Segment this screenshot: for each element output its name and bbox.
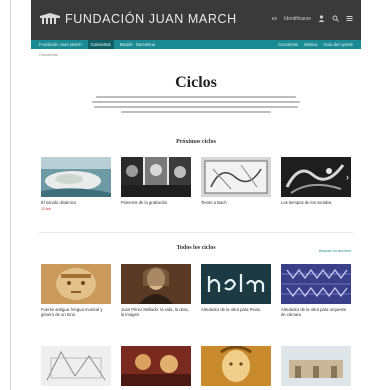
page-title: Ciclos <box>175 74 217 91</box>
card-image <box>121 157 191 197</box>
website-frame: FUNDACIÓN JUAN MARCH es Identificarse Fu… <box>31 0 361 390</box>
card-image <box>41 346 111 386</box>
card-title: Tiento a Bach <box>201 200 227 205</box>
card-upcoming-1[interactable]: El sonido dinámico 12 feb <box>41 157 111 211</box>
card-image <box>201 157 271 197</box>
nav-right: Conciertos Música Guía del oyente <box>278 42 353 47</box>
carousel-next-icon[interactable]: › <box>346 172 352 182</box>
nav-item-concerts[interactable]: Conciertos <box>278 42 298 47</box>
card-all-6[interactable] <box>121 346 191 389</box>
card-title: Juan Pérez Mellado: la vida, la obra, la… <box>121 307 189 317</box>
card-all-1[interactable]: Fuente antigua: lengua musical y género … <box>41 264 111 319</box>
search-icon[interactable] <box>332 15 339 22</box>
card-title: Alrededor de la obra para Piano <box>201 307 261 312</box>
logo-icon[interactable] <box>40 13 60 25</box>
intro-line <box>92 101 300 103</box>
card-image <box>41 264 111 304</box>
card-upcoming-2[interactable]: Pioneros de la grabación <box>121 157 191 207</box>
card-title: El sonido dinámico <box>41 200 77 205</box>
card-date: 12 feb <box>41 207 51 211</box>
nav-item-guide[interactable]: Guía del oyente <box>323 42 353 47</box>
card-upcoming-4[interactable]: Los tiempos de los sonidos <box>281 157 351 207</box>
intro-line <box>96 96 296 98</box>
card-image <box>41 157 111 197</box>
card-image <box>121 346 191 386</box>
section-title-upcoming: Próximos ciclos <box>176 139 216 145</box>
intro-line <box>94 106 298 108</box>
nav-item-location[interactable]: Madrid · Barcelona <box>120 42 155 49</box>
card-image <box>281 346 351 386</box>
header: FUNDACIÓN JUAN MARCH es Identificarse <box>31 0 361 40</box>
card-image <box>281 264 351 304</box>
archive-link[interactable]: Buscar en archivo <box>319 248 351 253</box>
card-image <box>121 264 191 304</box>
menu-icon[interactable] <box>346 15 353 22</box>
card-title: Los tiempos de los sonidos <box>281 200 332 205</box>
card-image <box>281 157 351 197</box>
language-link[interactable]: es <box>272 16 277 22</box>
card-all-8[interactable] <box>281 346 351 389</box>
left-border <box>10 0 11 390</box>
brand-name[interactable]: FUNDACIÓN JUAN MARCH <box>65 12 237 26</box>
breadcrumb[interactable]: Conciertos <box>39 52 58 57</box>
section-divider <box>39 232 353 233</box>
card-all-7[interactable] <box>201 346 271 389</box>
card-title: Alrededor de la obra para orquesta de cá… <box>281 307 346 317</box>
nav-item-home[interactable]: Fundación Juan March <box>39 42 82 49</box>
intro-text <box>91 96 301 113</box>
card-all-4[interactable]: Alrededor de la obra para orquesta de cá… <box>281 264 351 319</box>
nav-left: Fundación Juan March Conciertos Madrid ·… <box>39 40 155 49</box>
card-upcoming-3[interactable]: Tiento a Bach <box>201 157 271 207</box>
card-image <box>201 264 271 304</box>
page: FUNDACIÓN JUAN MARCH es Identificarse Fu… <box>0 0 375 390</box>
card-all-2[interactable]: Juan Pérez Mellado: la vida, la obra, la… <box>121 264 191 319</box>
user-icon[interactable] <box>318 15 325 22</box>
nav-item-music[interactable]: Música <box>304 42 317 47</box>
card-image <box>201 346 271 386</box>
intro-line <box>121 111 271 113</box>
section-title-all: Todos los ciclos <box>176 245 216 251</box>
card-all-3[interactable]: Alrededor de la obra para Piano <box>201 264 271 314</box>
main-nav: Fundación Juan March Conciertos Madrid ·… <box>31 40 361 49</box>
utility-links: es Identificarse <box>272 15 353 22</box>
nav-item-active[interactable]: Conciertos <box>87 40 114 49</box>
login-link[interactable]: Identificarse <box>284 16 311 22</box>
card-title: Pioneros de la grabación <box>121 200 168 205</box>
card-all-5[interactable] <box>41 346 111 389</box>
card-title: Fuente antigua: lengua musical y género … <box>41 307 103 317</box>
